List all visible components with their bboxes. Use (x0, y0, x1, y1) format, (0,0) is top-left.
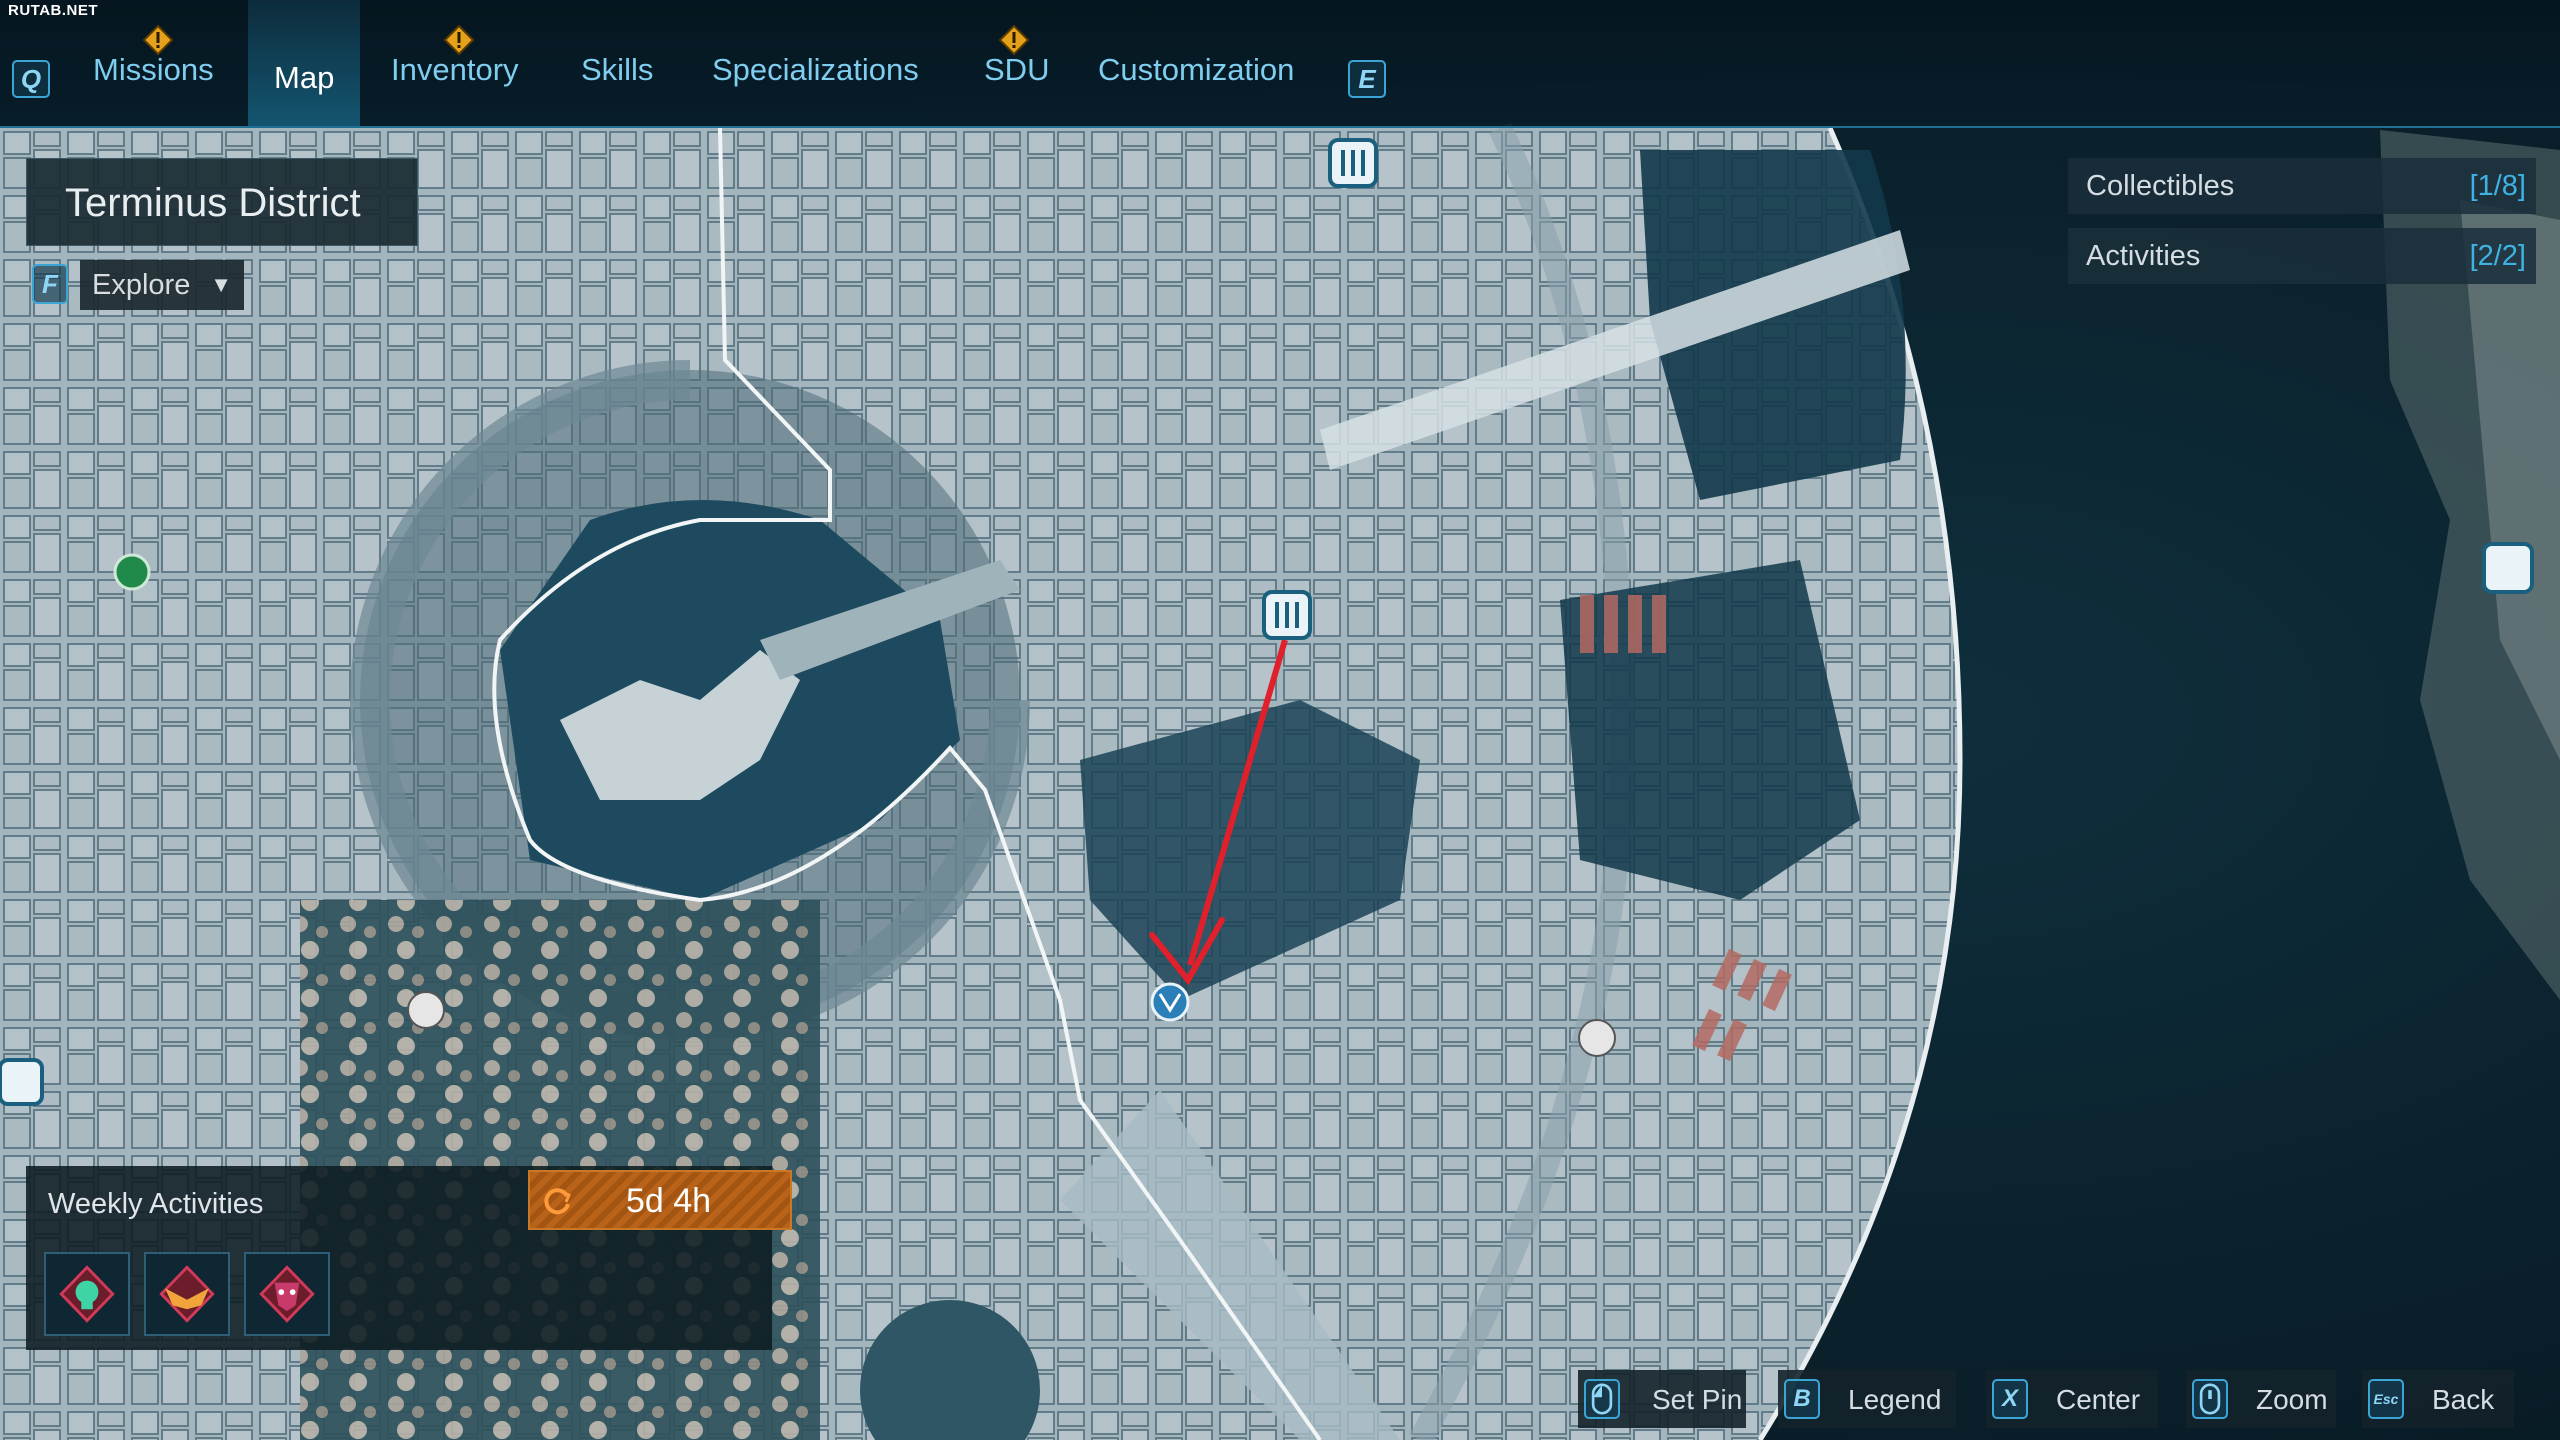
district-name: Terminus District (65, 181, 361, 225)
skull-activity-icon[interactable] (44, 1252, 130, 1336)
hint-set-pin[interactable]: Set Pin (1578, 1370, 1746, 1428)
activities-count: [2/2] (2469, 240, 2526, 272)
prev-tab-key[interactable]: Q (12, 60, 50, 98)
faction-marker-green (113, 553, 151, 591)
hint-back-label: Back (2432, 1384, 2495, 1415)
hint-back[interactable]: Esc Back (2362, 1370, 2514, 1428)
explore-key[interactable]: F (32, 264, 68, 304)
winged-activity-icon[interactable] (144, 1252, 230, 1336)
fast-travel-marker-center (1262, 590, 1312, 640)
faction-marker-target (1150, 982, 1190, 1022)
tab-map[interactable]: Map (248, 0, 361, 126)
hint-legend-label: Legend (1848, 1384, 1942, 1415)
explore-label: Explore (92, 269, 191, 301)
legend-key: B (1784, 1379, 1820, 1419)
esc-key: Esc (2368, 1379, 2404, 1419)
vehicle-marker-right (2482, 542, 2534, 594)
fast-travel-marker-top (1328, 138, 1378, 188)
fast-travel-marker-left (0, 1058, 44, 1106)
collectibles-count: [1/8] (2469, 170, 2526, 202)
center-key: X (1992, 1379, 2028, 1419)
activities-label: Activities (2086, 240, 2201, 272)
refresh-icon (544, 1188, 571, 1215)
activities-panel[interactable]: Activities [2/2] (2068, 228, 2536, 284)
pirate-marker-right (1578, 1019, 1616, 1057)
tab-customization[interactable]: Customization (1098, 52, 1294, 102)
tab-inventory[interactable]: Inventory (391, 52, 519, 102)
collectibles-label: Collectibles (2086, 170, 2235, 202)
top-navigation: RUTAB.NET Q Missions Map Inventory Skill… (0, 0, 2560, 128)
weekly-activities-title: Weekly Activities (48, 1188, 264, 1220)
hint-zoom[interactable]: Zoom (2186, 1370, 2336, 1428)
tab-skills[interactable]: Skills (581, 52, 653, 102)
tab-missions[interactable]: Missions (93, 52, 214, 102)
pirate-marker-left (407, 991, 445, 1029)
explore-dropdown[interactable]: Explore ▼ (80, 260, 244, 310)
tab-sdu[interactable]: SDU (984, 52, 1049, 102)
district-panel: Terminus District (26, 158, 418, 246)
weekly-reset-timer: 5d 4h (528, 1170, 792, 1230)
hint-legend[interactable]: B Legend (1778, 1370, 1956, 1428)
mask-activity-icon[interactable] (244, 1252, 330, 1336)
mouse-wheel-icon (2192, 1379, 2228, 1419)
next-tab-key[interactable]: E (1348, 60, 1386, 98)
mouse-left-icon (1584, 1379, 1620, 1419)
collectibles-panel[interactable]: Collectibles [1/8] (2068, 158, 2536, 214)
tab-specializations[interactable]: Specializations (712, 52, 919, 102)
timer-value: 5d 4h (626, 1182, 712, 1220)
watermark: RUTAB.NET (8, 2, 99, 19)
hint-center-label: Center (2056, 1384, 2141, 1415)
hint-zoom-label: Zoom (2256, 1384, 2328, 1415)
hint-set-pin-label: Set Pin (1652, 1384, 1743, 1415)
hint-center[interactable]: X Center (1986, 1370, 2158, 1428)
chevron-down-icon: ▼ (210, 272, 232, 297)
weekly-activities-panel: Weekly Activities 5d 4h (26, 1166, 792, 1350)
